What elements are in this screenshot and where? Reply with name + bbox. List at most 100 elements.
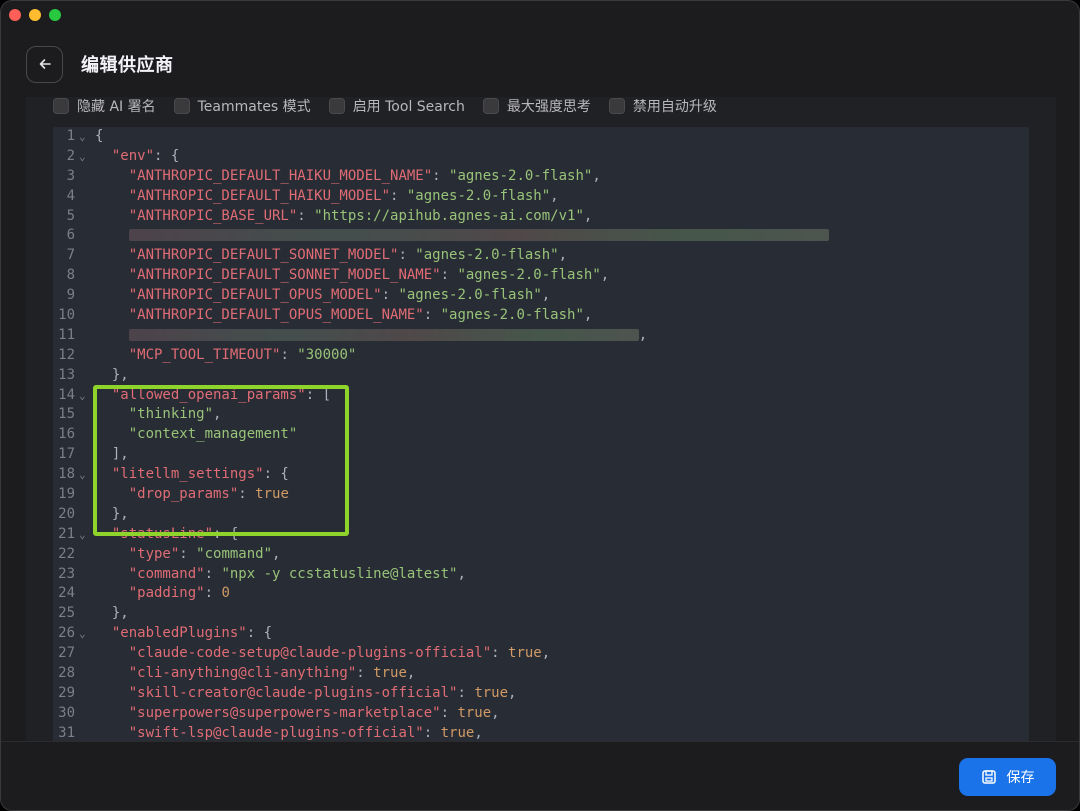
code-token: "30000" — [297, 346, 357, 363]
code-token: : — [280, 346, 298, 363]
settings-panel: 隐藏 AI 署名 Teammates 模式 启用 Tool Search 最大强… — [26, 97, 1056, 741]
code-token: : — [432, 167, 450, 184]
code-token: : — [491, 645, 509, 662]
close-window-button[interactable] — [9, 9, 21, 21]
save-button[interactable]: 保存 — [959, 758, 1056, 796]
code-text: "skill-creator@claude-plugins-official":… — [95, 684, 517, 704]
code-token: : — [423, 307, 441, 324]
code-token: "skill-creator@claude-plugins-official" — [128, 684, 458, 701]
option-teammates-mode[interactable]: Teammates 模式 — [173, 97, 311, 116]
code-token: "cli-anything@cli-anything" — [128, 665, 357, 682]
checkbox[interactable] — [173, 98, 190, 114]
code-line: 3 "ANTHROPIC_DEFAULT_HAIKU_MODEL_NAME": … — [53, 167, 1029, 187]
code-line: 4 "ANTHROPIC_DEFAULT_HAIKU_MODEL": "agne… — [53, 187, 1029, 207]
line-number: 27 — [58, 645, 75, 662]
code-token: "ANTHROPIC_DEFAULT_SONNET_MODEL_NAME" — [128, 267, 441, 284]
line-number: 2 — [66, 147, 75, 164]
code-token: "ANTHROPIC_BASE_URL" — [128, 207, 298, 224]
line-number: 6 — [66, 227, 75, 244]
code-text: "swift-lsp@claude-plugins-official": tru… — [95, 724, 483, 741]
code-token: : — [297, 207, 315, 224]
line-number: 3 — [66, 167, 75, 184]
maximize-window-button[interactable] — [49, 9, 61, 21]
line-number: 24 — [58, 585, 75, 602]
checkbox[interactable] — [608, 98, 625, 114]
code-text: "cli-anything@cli-anything": true, — [95, 664, 416, 684]
minimize-window-button[interactable] — [29, 9, 41, 21]
code-token: "superpowers@superpowers-marketplace" — [128, 704, 441, 721]
code-token: "claude-code-setup@claude-plugins-offici… — [128, 645, 492, 662]
code-token: "MCP_TOOL_TIMEOUT" — [128, 346, 281, 363]
code-line: 29 "skill-creator@claude-plugins-officia… — [53, 684, 1029, 704]
line-number: 31 — [58, 724, 75, 741]
code-text: "ANTHROPIC_DEFAULT_SONNET_MODEL": "agnes… — [95, 246, 567, 266]
code-line: 8 "ANTHROPIC_DEFAULT_SONNET_MODEL_NAME":… — [53, 266, 1029, 286]
fold-chevron-icon[interactable]: ⌄ — [79, 525, 86, 545]
code-token: , — [541, 287, 551, 304]
option-max-thinking[interactable]: 最大强度思考 — [482, 97, 591, 116]
code-token: "agnes-2.0-flash" — [457, 267, 601, 284]
code-line: 24 "padding": 0 — [53, 584, 1029, 604]
checkbox[interactable] — [482, 98, 499, 114]
fold-chevron-icon[interactable]: ⌄ — [79, 127, 86, 147]
code-token: true — [440, 724, 475, 741]
code-text: , — [95, 326, 647, 346]
code-token: , — [583, 307, 593, 324]
checkbox[interactable] — [53, 98, 69, 114]
line-number: 11 — [58, 326, 75, 343]
code-token: true — [474, 684, 509, 701]
code-token: , — [508, 684, 517, 701]
code-token: , — [638, 326, 648, 343]
code-token: , — [600, 267, 610, 284]
code-text: "ANTHROPIC_DEFAULT_OPUS_MODEL_NAME": "ag… — [95, 306, 593, 326]
code-text: "ANTHROPIC_DEFAULT_SONNET_MODEL_NAME": "… — [95, 266, 609, 286]
code-text: }, — [95, 366, 129, 386]
line-number: 28 — [58, 665, 75, 682]
code-line: 30 "superpowers@superpowers-marketplace"… — [53, 704, 1029, 724]
code-token: "ANTHROPIC_DEFAULT_HAIKU_MODEL_NAME" — [128, 167, 433, 184]
line-number: 14 — [58, 386, 75, 403]
code-token: , — [558, 247, 568, 264]
option-hide-ai-signature[interactable]: 隐藏 AI 署名 — [53, 97, 156, 116]
fold-chevron-icon[interactable]: ⌄ — [79, 465, 86, 485]
code-token: : — [423, 724, 441, 741]
code-line: 5 "ANTHROPIC_BASE_URL": "https://apihub.… — [53, 207, 1029, 227]
code-token: , — [474, 724, 483, 741]
fold-chevron-icon[interactable]: ⌄ — [79, 386, 86, 406]
checkbox[interactable] — [328, 98, 345, 114]
code-text — [95, 226, 829, 246]
code-text: "ANTHROPIC_DEFAULT_HAIKU_MODEL_NAME": "a… — [95, 167, 601, 187]
fold-chevron-icon[interactable]: ⌄ — [79, 624, 86, 644]
code-token: : — [204, 585, 222, 602]
back-button[interactable] — [26, 45, 63, 83]
code-token: true — [508, 645, 542, 662]
code-token: { — [95, 128, 104, 144]
code-token: "command" — [128, 565, 205, 582]
code-line: 11 , — [53, 326, 1029, 346]
option-label: 最大强度思考 — [506, 99, 591, 115]
code-line: 2 ⌄ "env": { — [53, 147, 1029, 167]
annotation-highlight-box — [93, 385, 349, 536]
save-button-label: 保存 — [1006, 770, 1035, 786]
code-line: 13 }, — [53, 366, 1029, 386]
code-token: : — [457, 684, 475, 701]
option-disable-auto-upgrade[interactable]: 禁用自动升级 — [608, 97, 717, 116]
code-text: "type": "command", — [95, 545, 281, 565]
fold-chevron-icon[interactable]: ⌄ — [79, 147, 86, 167]
code-token: "env" — [111, 147, 155, 164]
line-number: 4 — [66, 187, 75, 204]
code-text: "MCP_TOOL_TIMEOUT": "30000" — [95, 346, 357, 366]
code-text: "padding": 0 — [95, 584, 230, 604]
option-enable-tool-search[interactable]: 启用 Tool Search — [328, 97, 465, 116]
code-token: : — [398, 247, 416, 264]
